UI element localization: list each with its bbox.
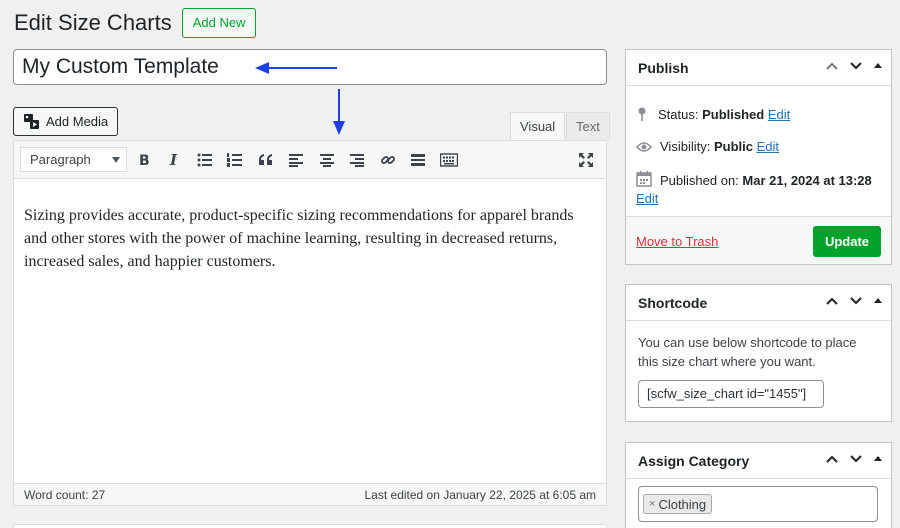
page-title: Edit Size Charts [14,10,172,35]
category-chip: × Clothing [643,494,713,514]
category-select[interactable]: × Clothing [638,486,878,522]
editor-statusbar: Word count: 27 Last edited on January 22… [14,483,606,505]
move-to-trash-link[interactable]: Move to Trash [636,234,718,249]
toggle-panel-button[interactable] [873,454,883,464]
bold-icon: B [139,153,150,167]
triangle-up-icon [874,456,882,461]
status-value: Published [702,106,765,122]
calendar-icon [636,171,652,187]
assign-category-box: Assign Category × Clothing [625,442,892,528]
status-label: Status: [658,106,699,122]
publish-box-header: Publish [626,50,891,86]
fullscreen-icon [579,153,593,167]
published-value: Mar 21, 2024 at 13:28 [742,173,872,188]
blockquote-button[interactable] [255,149,277,171]
insert-link-button[interactable] [377,149,399,171]
triangle-up-icon [874,63,882,68]
move-down-button[interactable] [849,454,863,464]
shortcode-box: Shortcode You can use below shortcode to… [625,284,892,422]
format-select[interactable]: Paragraph [20,147,127,172]
editor-content[interactable]: Sizing provides accurate, product-specif… [14,179,606,298]
move-up-button[interactable] [825,61,839,71]
chevron-up-icon [826,455,838,463]
align-center-button[interactable] [316,149,338,171]
tab-text[interactable]: Text [566,112,610,140]
shortcode-description: You can use below shortcode to place thi… [638,335,857,369]
chevron-up-icon [826,62,838,70]
shortcode-field[interactable]: [scfw_size_chart id="1455"] [638,380,824,408]
keyboard-icon [440,153,458,167]
move-up-button[interactable] [825,454,839,464]
align-left-button[interactable] [285,149,307,171]
visibility-label: Visibility: [660,139,711,154]
triangle-up-icon [874,298,882,303]
edit-visibility-link[interactable]: Edit [757,139,779,154]
add-media-button[interactable]: Add Media [13,107,119,136]
toggle-panel-button[interactable] [873,296,883,306]
content-editor: Paragraph B I Sizing provides accurate, … [13,140,607,506]
last-edited: Last edited on January 22, 2025 at 6:05 … [364,487,597,502]
published-label: Published on: [660,173,739,188]
italic-button[interactable]: I [163,149,185,171]
svg-text:B: B [139,153,150,167]
shortcode-box-title: Shortcode [638,294,708,311]
word-count: Word count: 27 [24,487,106,502]
category-box-header: Assign Category [626,443,891,479]
bold-button[interactable]: B [133,149,155,171]
move-up-button[interactable] [825,296,839,306]
editor-toolbar: Paragraph B I [14,141,606,179]
chevron-down-icon [850,455,862,463]
publish-box-title: Publish [638,59,689,76]
numbered-list-icon [227,153,242,167]
next-metabox-edge [13,524,607,528]
publish-date-row: Published on: Mar 21, 2024 at 13:28 [636,171,872,190]
publish-status-row: Status: Published Edit [636,106,790,122]
italic-icon: I [169,153,178,167]
remove-chip-icon[interactable]: × [649,498,655,510]
chevron-up-icon [826,297,838,305]
svg-text:I: I [169,153,178,167]
publish-actions: Move to Trash Update [626,216,891,264]
chevron-down-icon [850,297,862,305]
pin-icon [638,107,646,121]
shortcode-box-header: Shortcode [626,285,891,321]
bullet-list-button[interactable] [194,149,216,171]
visibility-value: Public [713,139,753,154]
add-media-icon [24,114,39,129]
eye-icon [636,141,652,152]
format-select-value: Paragraph [30,152,91,167]
edit-date-link[interactable]: Edit [636,191,658,206]
numbered-list-button[interactable] [224,149,246,171]
quote-icon [259,154,272,165]
category-chip-label: Clothing [658,496,707,512]
align-center-icon [320,154,334,167]
page-header: Edit Size Charts Add New [14,8,257,38]
move-down-button[interactable] [849,61,863,71]
add-media-label: Add Media [46,114,109,129]
chevron-down-icon [850,62,862,70]
link-icon [381,156,395,164]
category-box-title: Assign Category [638,452,750,469]
move-down-button[interactable] [849,296,863,306]
publish-box: Publish Status: Published Edit Visibilit… [625,49,892,265]
update-button[interactable]: Update [813,226,881,257]
toolbar-toggle-button[interactable] [438,149,460,171]
align-right-button[interactable] [346,149,368,171]
chevron-down-icon [112,157,120,163]
publish-visibility-row: Visibility: Public Edit [636,139,779,154]
align-left-icon [289,154,303,167]
edit-status-link[interactable]: Edit [768,107,790,122]
read-more-button[interactable] [407,149,429,171]
tab-visual[interactable]: Visual [510,112,566,140]
annotation-arrow-down-icon [333,89,345,135]
align-right-icon [350,154,364,167]
read-more-icon [411,154,425,166]
fullscreen-button[interactable] [575,149,597,171]
bullet-list-icon [197,153,212,167]
add-new-button[interactable]: Add New [181,8,257,38]
annotation-arrow-left-icon [255,62,337,74]
toggle-panel-button[interactable] [873,61,883,71]
